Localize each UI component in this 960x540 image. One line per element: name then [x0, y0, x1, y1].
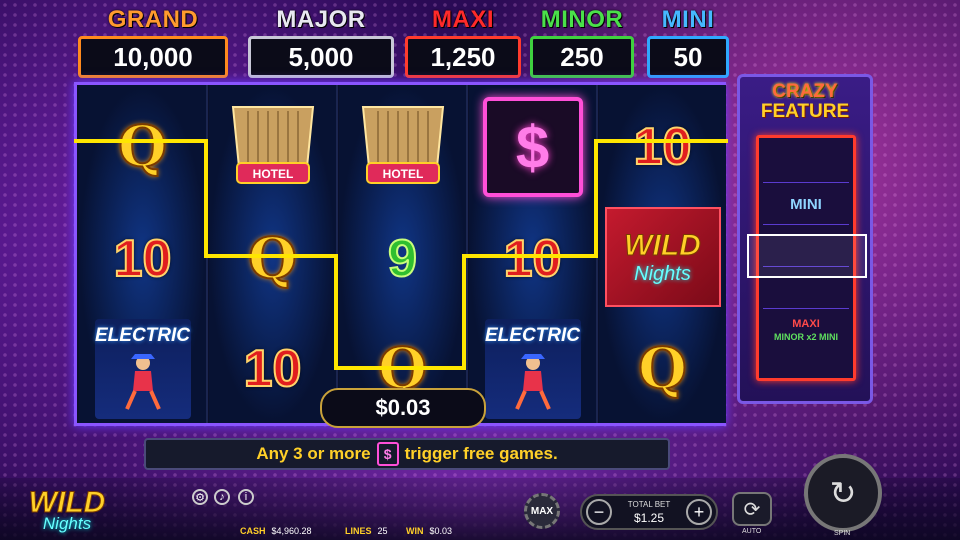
symbol-ten: 10 — [113, 229, 173, 289]
spin-icon: ↻ — [829, 475, 857, 511]
wheel-label-mini: MINI — [790, 196, 822, 213]
hotel-icon: HOTEL — [361, 106, 444, 184]
electric-figure-icon — [514, 354, 551, 410]
reel-1: Q 10 ELECTRIC — [79, 85, 208, 423]
jackpot-minor-value: 250 — [530, 36, 634, 78]
game-logo: WILD Nights — [28, 486, 106, 533]
wheel-label-maxi: MAXI — [792, 318, 820, 330]
info-message-text: Any 3 or more — [256, 444, 371, 463]
reel-4: $ 10 ELECTRIC — [469, 85, 598, 423]
settings-icon[interactable]: ⚙ — [192, 489, 208, 505]
wheel-slot: MAXI MINOR x2 MINI — [763, 310, 849, 370]
jackpot-maxi-value: 1,250 — [405, 36, 521, 78]
win-stat: WIN $0.03 — [406, 526, 453, 536]
jackpot-major-label: MAJOR — [276, 6, 366, 33]
reel-2: HOTEL Q 10 — [209, 85, 338, 423]
lines-stat: LINES 25 — [345, 526, 388, 536]
jackpot-mini-value: 50 — [647, 36, 729, 78]
cash-stat: CASH $4,960.28 — [240, 526, 312, 536]
jackpot-minor-label: MINOR — [540, 6, 624, 33]
jackpot-grand: GRAND 10,000 — [78, 6, 228, 78]
dollar-icon: $ — [376, 442, 399, 466]
jackpot-maxi: MAXI 1,250 — [405, 6, 521, 78]
total-bet-control: − TOTAL BET $1.25 + — [580, 494, 718, 530]
jackpot-mini-label: MINI — [661, 6, 715, 33]
svg-text:HOTEL: HOTEL — [382, 167, 423, 181]
symbol-electric: ELECTRIC — [79, 313, 206, 425]
symbol-ten: 10 — [243, 339, 303, 399]
symbol-ten: 10 — [633, 117, 693, 177]
sound-icon[interactable]: ♪ — [214, 489, 230, 505]
symbol-q: Q — [117, 113, 168, 181]
wheel-label-minor-mini: MINOR x2 MINI — [773, 332, 838, 342]
crazy-feature-subtitle: FEATURE — [760, 101, 850, 122]
dollar-icon: $ — [515, 113, 550, 181]
symbol-nine: 9 — [387, 229, 418, 289]
electric-figure-icon — [124, 354, 161, 410]
increase-bet-button[interactable]: + — [686, 499, 712, 525]
jackpot-mini: MINI 50 — [647, 6, 729, 78]
hotel-icon: HOTEL — [231, 106, 314, 184]
reel-5: 10 WILD Nights Q — [599, 85, 726, 423]
max-bet-button[interactable]: MAX — [524, 493, 560, 529]
crazy-feature-title: CRAZY — [772, 81, 838, 102]
jackpot-grand-value: 10,000 — [78, 36, 228, 78]
autoplay-icon: ⟳ — [743, 498, 761, 521]
jackpot-minor: MINOR 250 — [530, 6, 634, 78]
wheel-slot: MINI — [763, 184, 849, 225]
jackpot-grand-label: GRAND — [107, 6, 199, 33]
svg-text:HOTEL: HOTEL — [252, 167, 293, 181]
autoplay-button[interactable]: ⟳ — [732, 492, 772, 526]
symbol-electric: ELECTRIC — [469, 313, 596, 425]
jackpot-major: MAJOR 5,000 — [248, 6, 394, 78]
symbol-ten: 10 — [503, 229, 563, 289]
jackpot-major-value: 5,000 — [248, 36, 394, 78]
spin-button[interactable]: ↻ — [804, 454, 882, 532]
symbol-hotel: HOTEL — [339, 91, 466, 203]
symbol-q: Q — [637, 335, 688, 403]
symbol-dollar: $ — [469, 91, 596, 203]
win-amount-display: $0.03 — [320, 388, 486, 428]
wheel-selector — [747, 234, 867, 278]
spin-label: SPIN — [834, 530, 851, 537]
wheel-slot — [763, 142, 849, 183]
reel-grid: Q 10 ELECTRIC HOTEL Q 10 HOTEL 9 Q $ 10 … — [74, 82, 726, 426]
info-icon[interactable]: i — [238, 489, 254, 505]
info-message-text: trigger free games. — [404, 444, 558, 463]
symbol-wild: WILD Nights — [599, 201, 726, 313]
symbol-hotel: HOTEL — [209, 91, 336, 203]
autoplay-label: AUTO — [742, 528, 762, 535]
symbol-q: Q — [247, 225, 298, 293]
jackpot-maxi-label: MAXI — [432, 6, 494, 33]
reel-3: HOTEL 9 Q — [339, 85, 468, 423]
info-message: Any 3 or more $ trigger free games. — [144, 438, 670, 470]
